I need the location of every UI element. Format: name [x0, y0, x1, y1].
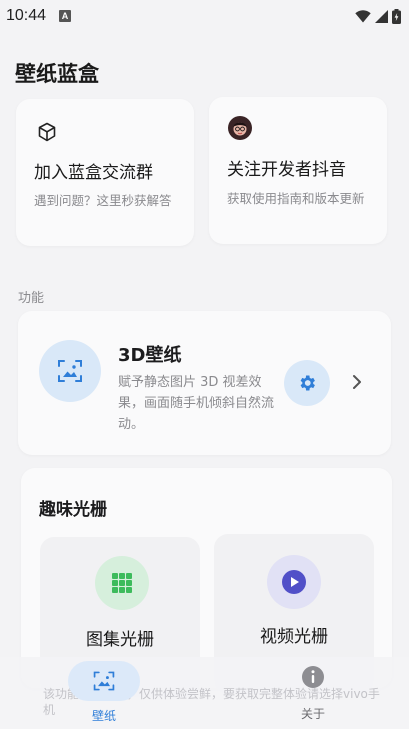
join-group-title: 加入蓝盒交流群: [34, 163, 153, 183]
nav-item-wallpaper[interactable]: 壁纸: [68, 657, 140, 729]
wifi-icon: [355, 9, 371, 22]
notification-icon: A: [59, 10, 72, 22]
chevron-right-icon[interactable]: [350, 373, 364, 391]
bottom-navigation: 该功能暂不可用，仅供体验尝鲜，要获取完整体验请选择vivo手机 壁纸 关于: [0, 657, 409, 729]
join-group-subtitle: 遇到问题？这里秒获解答: [34, 193, 172, 208]
follow-developer-card[interactable]: 关注开发者抖音 获取使用指南和版本更新: [209, 97, 387, 244]
nav-label-about: 关于: [300, 707, 325, 721]
video-grating-label: 视频光栅: [260, 627, 328, 647]
developer-avatar: [228, 116, 252, 140]
nav-item-about[interactable]: 关于: [278, 657, 348, 729]
follow-developer-title: 关注开发者抖音: [227, 160, 346, 180]
fun-grating-title: 趣味光栅: [39, 500, 107, 520]
battery-icon: [392, 8, 401, 24]
status-bar: 10:44 A: [0, 0, 409, 32]
join-group-card[interactable]: 加入蓝盒交流群 遇到问题？这里秒获解答: [16, 99, 194, 246]
image-icon: [39, 340, 101, 402]
nav-label-wallpaper: 壁纸: [91, 709, 116, 723]
section-label: 功能: [18, 291, 45, 306]
fun-grating-card: 趣味光栅 图集光栅 视频光栅: [21, 468, 392, 697]
follow-developer-subtitle: 获取使用指南和版本更新: [227, 191, 365, 206]
page-title: 壁纸蓝盒: [15, 62, 99, 86]
wallpaper-icon: [93, 671, 115, 691]
3d-wallpaper-card[interactable]: 3D壁纸 赋予静态图片 3D 视差效果，画面随手机倾斜自然流动。: [18, 311, 391, 455]
album-grating-label: 图集光栅: [86, 630, 154, 650]
3d-wallpaper-description: 赋予静态图片 3D 视差效果，画面随手机倾斜自然流动。: [118, 375, 275, 432]
grid-icon: [95, 556, 149, 610]
gear-icon: [300, 375, 315, 391]
nav-active-indicator: [68, 661, 140, 701]
signal-icon: [375, 9, 388, 23]
info-icon: [302, 666, 324, 688]
play-icon: [267, 555, 321, 609]
cube-icon: [36, 121, 58, 143]
settings-button[interactable]: [284, 360, 330, 406]
status-time: 10:44: [6, 7, 47, 24]
3d-wallpaper-title: 3D壁纸: [118, 345, 182, 366]
